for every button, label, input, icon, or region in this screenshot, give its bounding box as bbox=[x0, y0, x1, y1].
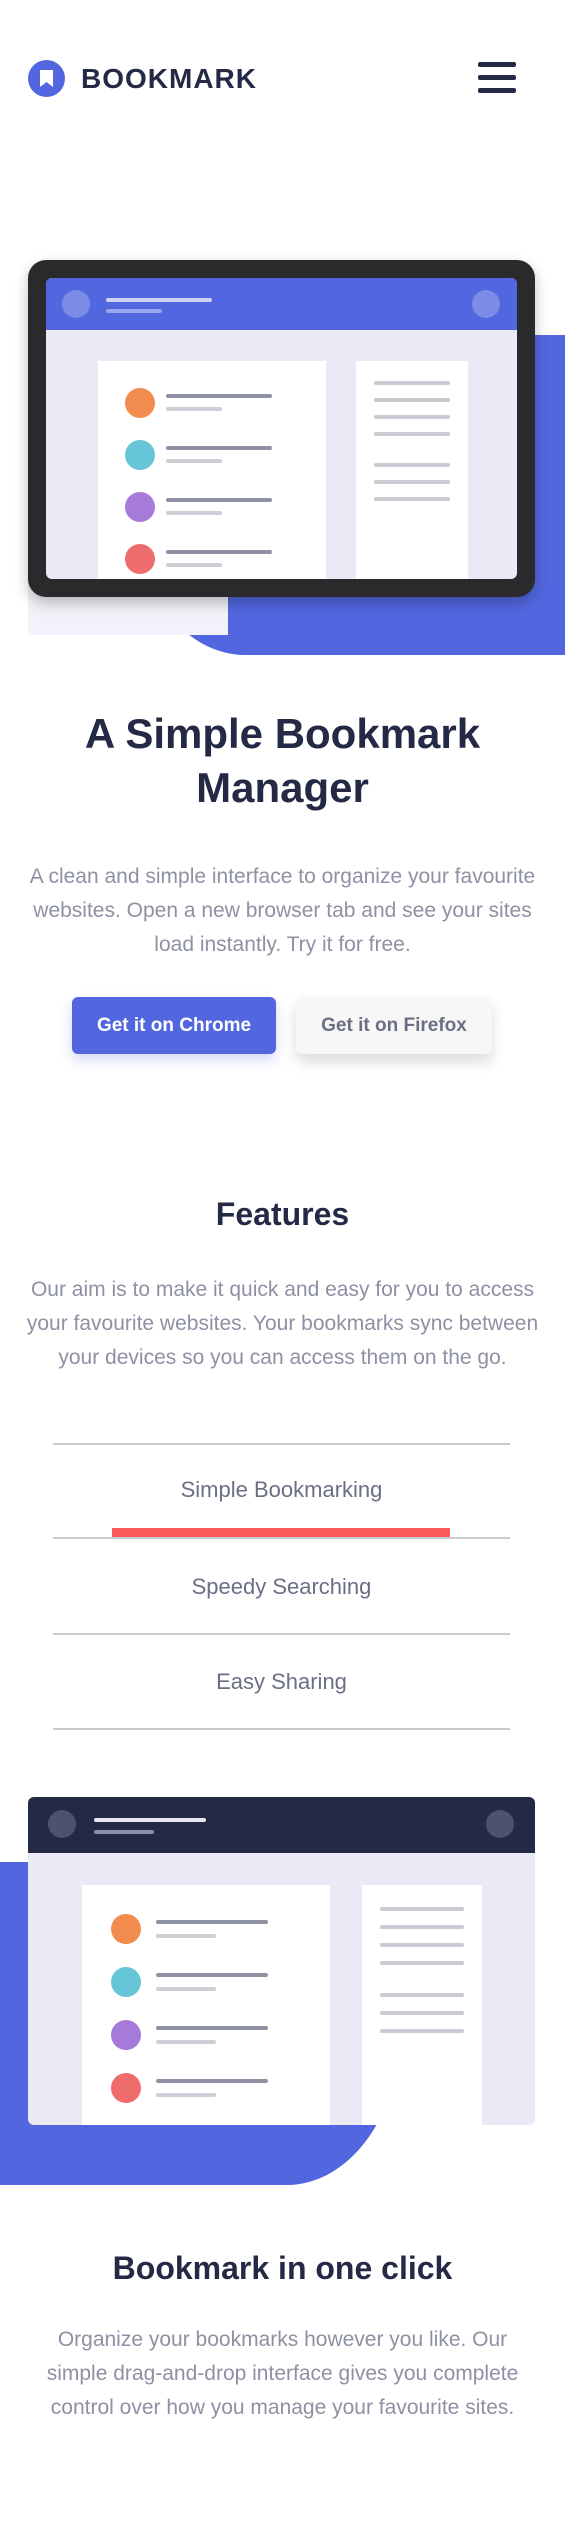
feature-detail-title: Bookmark in one click bbox=[112, 2250, 453, 2286]
bookmark-icon bbox=[28, 60, 65, 97]
bookmark-line bbox=[166, 550, 272, 554]
bookmark-dot bbox=[125, 492, 155, 522]
side-panel bbox=[356, 361, 468, 579]
bookmark-line bbox=[156, 2093, 216, 2097]
bookmark-line bbox=[166, 498, 272, 502]
bar-line bbox=[106, 309, 162, 313]
bookmark-dot bbox=[125, 440, 155, 470]
tab-divider bbox=[53, 1443, 510, 1445]
bookmark-dot bbox=[111, 1914, 141, 1944]
side-panel bbox=[362, 1885, 482, 2125]
bookmark-line bbox=[166, 511, 222, 515]
hamburger-icon[interactable] bbox=[478, 62, 516, 94]
tab-divider bbox=[53, 1728, 510, 1730]
get-chrome-button[interactable]: Get it on Chrome bbox=[72, 997, 276, 1054]
bookmark-line bbox=[156, 1987, 216, 1991]
bookmark-line bbox=[156, 1973, 268, 1977]
logo-text: BOOKMARK bbox=[81, 62, 257, 94]
bookmark-line bbox=[166, 407, 222, 411]
side-line bbox=[380, 1943, 464, 1947]
active-tab-indicator bbox=[112, 1528, 450, 1537]
bookmark-dot bbox=[111, 2073, 141, 2103]
get-firefox-button[interactable]: Get it on Firefox bbox=[296, 997, 492, 1054]
side-line bbox=[374, 415, 450, 419]
bar-line bbox=[94, 1830, 154, 1834]
tab-simple-bookmarking[interactable]: Simple Bookmarking bbox=[53, 1477, 510, 1503]
tab-divider bbox=[53, 1537, 510, 1539]
side-line bbox=[374, 463, 450, 467]
tablet-screen bbox=[46, 278, 517, 579]
side-line bbox=[374, 432, 450, 436]
menu-dot bbox=[486, 1810, 514, 1838]
bookmark-line bbox=[166, 563, 222, 567]
bookmark-line bbox=[156, 1920, 268, 1924]
side-line bbox=[374, 480, 450, 484]
bookmark-line bbox=[156, 2026, 268, 2030]
bar-line bbox=[94, 1818, 206, 1822]
bookmark-line bbox=[166, 446, 272, 450]
avatar-dot bbox=[48, 1810, 76, 1838]
feature-detail-description: Organize your bookmarks however you like… bbox=[46, 2328, 519, 2419]
side-line bbox=[380, 1925, 464, 1929]
bookmark-list-panel bbox=[82, 1885, 330, 2125]
tablet-browser-bar bbox=[46, 278, 517, 330]
logo[interactable]: BOOKMARK bbox=[28, 60, 257, 97]
side-line bbox=[380, 2011, 464, 2015]
side-line bbox=[374, 398, 450, 402]
side-line bbox=[380, 1907, 464, 1911]
bookmark-line bbox=[156, 1934, 216, 1938]
hero-illustration-tablet bbox=[28, 260, 535, 597]
bookmark-dot bbox=[125, 388, 155, 418]
side-line bbox=[380, 2029, 464, 2033]
side-line bbox=[380, 1993, 464, 1997]
feature-browser-bar bbox=[28, 1797, 535, 1853]
side-line bbox=[374, 381, 450, 385]
side-line bbox=[380, 1961, 464, 1965]
side-line bbox=[374, 497, 450, 501]
hero-description: A clean and simple interface to organize… bbox=[29, 865, 536, 956]
feature-illustration bbox=[28, 1797, 535, 2125]
tab-easy-sharing[interactable]: Easy Sharing bbox=[53, 1669, 510, 1695]
bookmark-line bbox=[166, 394, 272, 398]
bookmark-dot bbox=[111, 2020, 141, 2050]
bookmark-dot bbox=[111, 1967, 141, 1997]
features-description: Our aim is to make it quick and easy for… bbox=[26, 1278, 539, 1369]
bar-line bbox=[106, 298, 212, 302]
menu-dot bbox=[472, 290, 500, 318]
bookmark-list-panel bbox=[98, 361, 326, 579]
bookmark-line bbox=[166, 459, 222, 463]
features-title: Features bbox=[215, 1196, 350, 1232]
avatar-dot bbox=[62, 290, 90, 318]
tab-speedy-searching[interactable]: Speedy Searching bbox=[53, 1574, 510, 1600]
bookmark-line bbox=[156, 2079, 268, 2083]
bookmark-line bbox=[156, 2040, 216, 2044]
bookmark-dot bbox=[125, 544, 155, 574]
site-header: BOOKMARK bbox=[0, 0, 565, 150]
tab-divider bbox=[53, 1633, 510, 1635]
hero-title: A Simple Bookmark Manager bbox=[84, 710, 481, 811]
